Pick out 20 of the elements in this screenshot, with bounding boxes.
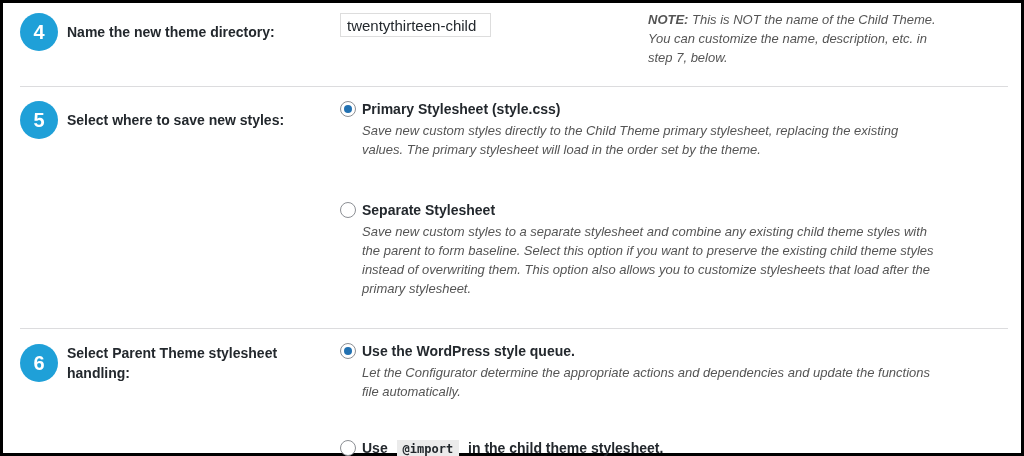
step-label: Select Parent Theme stylesheet handling: bbox=[67, 344, 279, 383]
radio-button[interactable] bbox=[340, 440, 356, 456]
step-label: Name the new theme directory: bbox=[67, 23, 276, 42]
option-label: Separate Stylesheet bbox=[362, 202, 496, 218]
note-text: NOTE: This is NOT the name of the Child Theme. You can customize the name, description, etc. in step 7, below. bbox=[648, 11, 937, 67]
step-number-badge: 6 bbox=[20, 344, 58, 382]
option-label: Use the WordPress style queue. bbox=[362, 343, 575, 359]
code-snippet: @import bbox=[396, 440, 460, 456]
step-number-badge: 4 bbox=[20, 13, 58, 51]
radio-button[interactable] bbox=[340, 202, 356, 218]
directory-input-field[interactable]: twentythirteen-child bbox=[340, 13, 491, 37]
step-label: Select where to save new styles: bbox=[67, 111, 286, 130]
option-label: Primary Stylesheet (style.css) bbox=[362, 101, 561, 117]
option-description: Let the Configurator determine the appropriate actions and dependencies and update the functions file automatically. bbox=[362, 364, 932, 401]
option-label: Use @import in the child theme stylesheet. bbox=[362, 440, 664, 456]
option-description: Save new custom styles to a separate stylesheet and combine any existing child theme styles with the parent to form baseline. Select this option if you want to preserve the existing child theme styles instead of overwriting them. This option also allows you to customize stylesheets that load after the primary stylesheet. bbox=[362, 223, 935, 298]
selected-radio-button[interactable] bbox=[340, 101, 356, 117]
selected-radio-button[interactable] bbox=[340, 343, 356, 359]
step-number-badge: 5 bbox=[20, 101, 58, 139]
option-description: Save new custom styles directly to the Child Theme primary stylesheet, replacing the existing values. The primary stylesheet will load in the order set by the theme. bbox=[362, 122, 900, 159]
